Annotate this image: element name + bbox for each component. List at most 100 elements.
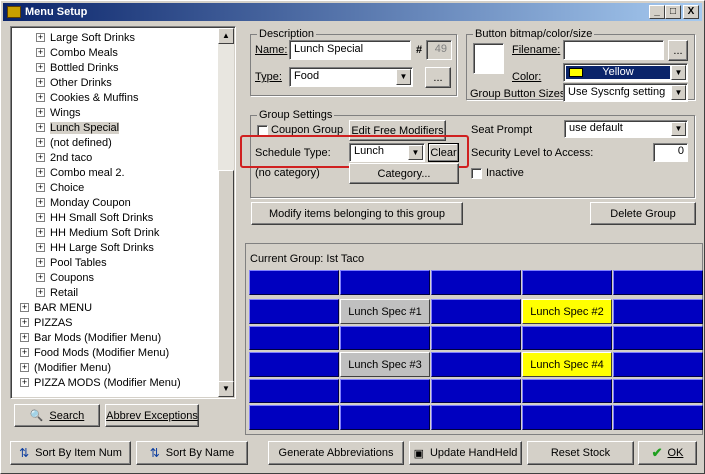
- scroll-thumb[interactable]: [218, 170, 234, 390]
- inactive-checkbox[interactable]: [471, 168, 482, 179]
- empty-slot[interactable]: [613, 405, 703, 430]
- empty-slot[interactable]: [431, 326, 521, 350]
- minimize-button[interactable]: _: [649, 5, 665, 19]
- menu-button[interactable]: Lunch Spec #3: [340, 352, 430, 377]
- tree-item[interactable]: + HH Large Soft Drinks: [36, 240, 154, 255]
- abbrev-exceptions-button[interactable]: Abbrev Exceptions: [105, 404, 199, 427]
- ok-button[interactable]: ✔ OK: [638, 441, 697, 465]
- expand-icon[interactable]: +: [36, 78, 45, 87]
- category-button[interactable]: Category...: [349, 163, 459, 184]
- filename-browse-button[interactable]: ...: [668, 40, 688, 61]
- tree-item[interactable]: + Coupons: [36, 270, 94, 285]
- expand-icon[interactable]: +: [36, 33, 45, 42]
- expand-icon[interactable]: +: [36, 258, 45, 267]
- tree-item[interactable]: + HH Medium Soft Drink: [36, 225, 159, 240]
- empty-slot[interactable]: [340, 379, 430, 403]
- empty-slot[interactable]: [522, 270, 612, 295]
- tree-item[interactable]: + Retail: [36, 285, 78, 300]
- menu-button[interactable]: Lunch Spec #2: [522, 299, 612, 324]
- menu-tree[interactable]: + PIZZA MODS (Modifier Menu) + (Modifier Me…: [12, 28, 234, 397]
- close-button[interactable]: X: [683, 5, 699, 19]
- tree-item[interactable]: + Large Soft Drinks: [36, 30, 135, 45]
- tree-item[interactable]: + Combo meal 2.: [36, 165, 125, 180]
- update-handheld-button[interactable]: ▣ Update HandHeld: [409, 441, 522, 465]
- expand-icon[interactable]: +: [20, 333, 29, 342]
- empty-slot[interactable]: [613, 379, 703, 403]
- tree-item[interactable]: + Food Mods (Modifier Menu): [20, 345, 169, 360]
- chevron-down-icon[interactable]: ▼: [671, 85, 686, 100]
- empty-slot[interactable]: [249, 270, 339, 295]
- tree-item[interactable]: + Choice: [36, 180, 84, 195]
- chevron-down-icon[interactable]: ▼: [396, 69, 411, 85]
- scroll-up-arrow[interactable]: ▲: [218, 28, 234, 44]
- tree-item[interactable]: + Other Drinks: [36, 75, 112, 90]
- color-select[interactable]: Yellow ▼: [563, 63, 688, 82]
- expand-icon[interactable]: +: [36, 288, 45, 297]
- bitmap-preview[interactable]: [473, 43, 504, 74]
- expand-icon[interactable]: +: [36, 93, 45, 102]
- empty-slot[interactable]: [613, 270, 703, 295]
- expand-icon[interactable]: +: [36, 168, 45, 177]
- seat-prompt-select[interactable]: use default ▼: [564, 120, 688, 138]
- tree-item[interactable]: + Lunch Special: [36, 120, 120, 135]
- expand-icon[interactable]: +: [36, 273, 45, 282]
- tree-item[interactable]: + Bar Mods (Modifier Menu): [20, 330, 161, 345]
- empty-slot[interactable]: [613, 326, 703, 350]
- search-button[interactable]: 🔍 Search: [14, 404, 100, 427]
- empty-slot[interactable]: [431, 405, 521, 430]
- type-browse-button[interactable]: ...: [425, 67, 451, 88]
- chevron-down-icon[interactable]: ▼: [671, 122, 686, 136]
- tree-item[interactable]: + Monday Coupon: [36, 195, 131, 210]
- empty-slot[interactable]: [340, 270, 430, 295]
- reset-stock-button[interactable]: Reset Stock: [527, 441, 634, 465]
- chevron-down-icon[interactable]: ▼: [671, 65, 686, 80]
- menu-button[interactable]: Lunch Spec #1: [340, 299, 430, 324]
- empty-slot[interactable]: [249, 352, 339, 377]
- expand-icon[interactable]: +: [20, 318, 29, 327]
- expand-icon[interactable]: +: [20, 363, 29, 372]
- filename-field[interactable]: [563, 40, 664, 60]
- tree-item[interactable]: + HH Small Soft Drinks: [36, 210, 153, 225]
- name-field[interactable]: Lunch Special: [289, 40, 411, 60]
- tree-item[interactable]: + Combo Meals: [36, 45, 118, 60]
- empty-slot[interactable]: [613, 299, 703, 324]
- tree-item[interactable]: + PIZZAS: [20, 315, 73, 330]
- expand-icon[interactable]: +: [36, 63, 45, 72]
- delete-group-button[interactable]: Delete Group: [590, 202, 696, 225]
- maximize-button[interactable]: □: [665, 5, 681, 19]
- modify-items-button[interactable]: Modify items belonging to this group: [251, 202, 463, 225]
- tree-item[interactable]: + PIZZA MODS (Modifier Menu): [20, 375, 181, 390]
- tree-item[interactable]: +2nd taco: [36, 150, 92, 165]
- tree-item[interactable]: + BAR MENU: [20, 300, 92, 315]
- expand-icon[interactable]: +: [36, 138, 45, 147]
- generate-abbreviations-button[interactable]: Generate Abbreviations: [268, 441, 404, 465]
- sort-by-item-num-button[interactable]: ⇅ Sort By Item Num: [10, 441, 131, 465]
- expand-icon[interactable]: +: [36, 198, 45, 207]
- expand-icon[interactable]: +: [36, 183, 45, 192]
- tree-scrollbar[interactable]: ▲ ▼: [218, 28, 234, 397]
- tree-item[interactable]: + Pool Tables: [36, 255, 107, 270]
- tree-item[interactable]: + (not defined): [36, 135, 112, 150]
- empty-slot[interactable]: [249, 299, 339, 324]
- empty-slot[interactable]: [249, 379, 339, 403]
- expand-icon[interactable]: +: [20, 378, 29, 387]
- type-select[interactable]: Food ▼: [289, 67, 413, 87]
- tree-item[interactable]: + Bottled Drinks: [36, 60, 118, 75]
- group-button-sizes-select[interactable]: Use Syscnfg setting ▼: [563, 83, 688, 102]
- empty-slot[interactable]: [522, 379, 612, 403]
- sort-by-name-button[interactable]: ⇅ Sort By Name: [136, 441, 248, 465]
- empty-slot[interactable]: [431, 270, 521, 295]
- empty-slot[interactable]: [340, 405, 430, 430]
- empty-slot[interactable]: [522, 326, 612, 350]
- expand-icon[interactable]: +: [36, 243, 45, 252]
- menu-button[interactable]: Lunch Spec #4: [522, 352, 612, 377]
- empty-slot[interactable]: [249, 405, 339, 430]
- expand-icon[interactable]: +: [36, 213, 45, 222]
- expand-icon[interactable]: +: [36, 108, 45, 117]
- scroll-down-arrow[interactable]: ▼: [218, 381, 234, 397]
- expand-icon[interactable]: +: [36, 123, 45, 132]
- tree-item[interactable]: + Wings: [36, 105, 81, 120]
- expand-icon[interactable]: +: [36, 228, 45, 237]
- empty-slot[interactable]: [431, 299, 521, 324]
- empty-slot[interactable]: [340, 326, 430, 350]
